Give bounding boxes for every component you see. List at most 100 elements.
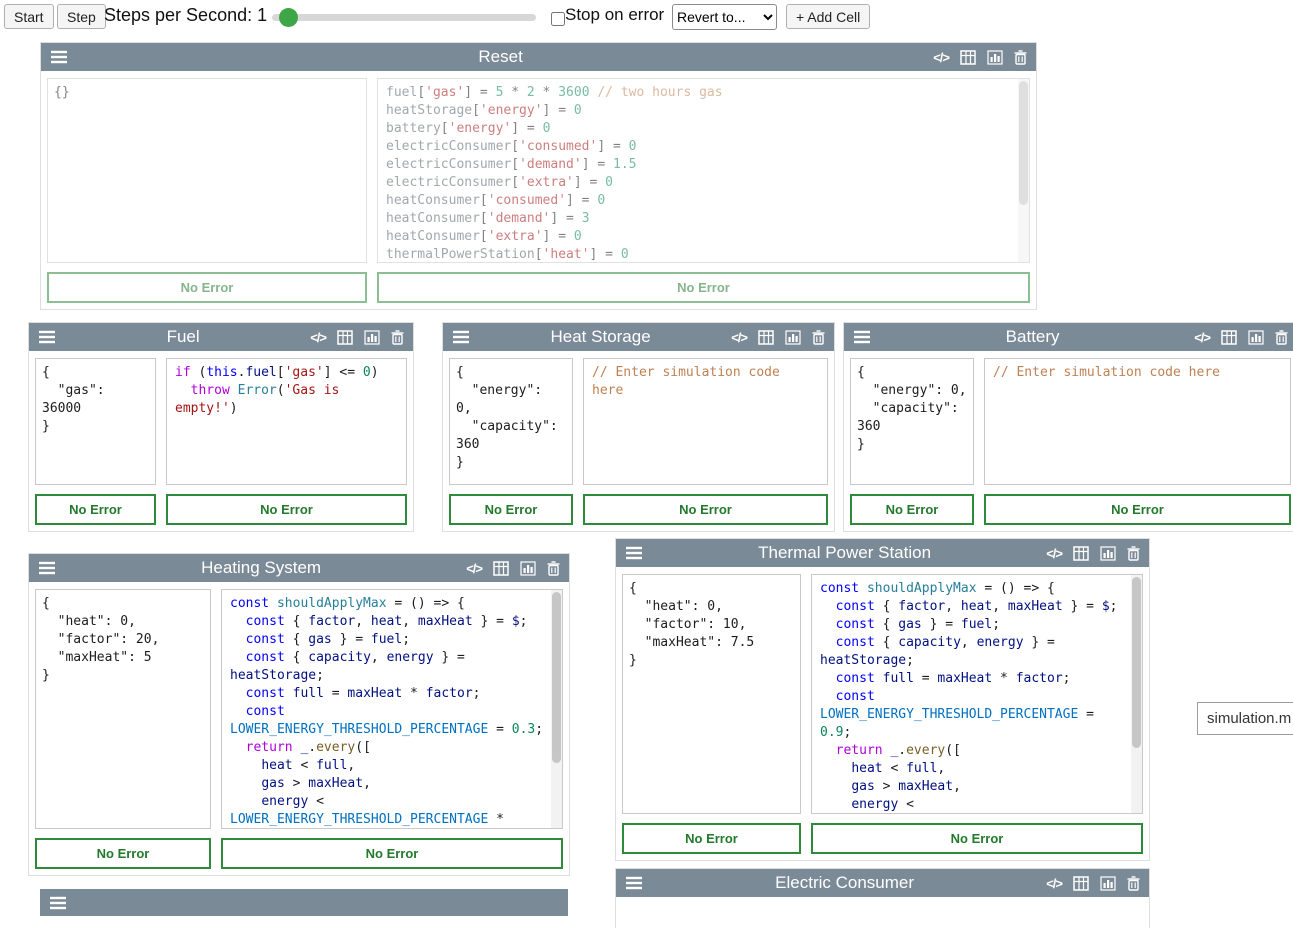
state-status: No Error — [35, 838, 211, 869]
cell-header: Reset </> — [41, 43, 1036, 71]
menu-icon[interactable] — [50, 50, 68, 64]
menu-icon[interactable] — [853, 330, 871, 344]
cell-title: Reset — [76, 47, 925, 67]
cell-title: Heat Storage — [478, 327, 723, 347]
menu-icon[interactable] — [625, 546, 643, 560]
code-editor[interactable]: const shouldApplyMax = () => { const { f… — [811, 574, 1143, 814]
revert-select[interactable]: Revert to... — [672, 4, 777, 30]
table-view-icon[interactable] — [758, 330, 774, 345]
code-view-icon[interactable]: </> — [731, 331, 747, 344]
slider-track[interactable] — [272, 14, 536, 21]
code-status: No Error — [377, 272, 1030, 303]
cell-thermal-power-station: Thermal Power Station </> { "heat": 0, "… — [615, 538, 1150, 861]
steps-label-text: Steps per Second: — [104, 5, 252, 25]
stop-on-error-checkbox[interactable] — [551, 12, 565, 26]
cell-header: Thermal Power Station </> — [616, 539, 1149, 567]
trash-icon[interactable] — [1127, 546, 1140, 561]
menu-icon[interactable] — [38, 330, 56, 344]
code-status: No Error — [811, 823, 1143, 854]
state-editor[interactable]: { "gas": 36000 } — [35, 358, 156, 485]
menu-icon[interactable] — [452, 330, 470, 344]
state-editor[interactable]: { "heat": 0, "factor": 20, "maxHeat": 5 … — [35, 589, 211, 829]
state-status: No Error — [47, 272, 367, 303]
state-editor[interactable]: { "energy": 0, "capacity": 360 } — [449, 358, 573, 485]
slider-thumb[interactable] — [279, 8, 298, 27]
code-status: No Error — [583, 494, 828, 525]
simulation-file-label: simulation.m — [1207, 710, 1291, 727]
code-status: No Error — [221, 838, 563, 869]
steps-slider[interactable] — [272, 4, 536, 30]
state-status: No Error — [449, 494, 573, 525]
add-cell-button[interactable]: + Add Cell — [786, 4, 870, 29]
trash-icon[interactable] — [547, 561, 560, 576]
state-editor[interactable]: { "energy": 0, "capacity": 360 } — [850, 358, 974, 485]
state-editor[interactable]: { "heat": 0, "factor": 10, "maxHeat": 7.… — [622, 574, 801, 814]
code-view-icon[interactable]: </> — [310, 331, 326, 344]
chart-view-icon[interactable] — [1248, 330, 1264, 345]
cell-fuel: Fuel </> { "gas": 36000 } if (this.fuel[… — [28, 322, 414, 532]
trash-icon[interactable] — [1014, 50, 1027, 65]
trash-icon[interactable] — [391, 330, 404, 345]
code-status: No Error — [166, 494, 407, 525]
cell-heat-storage: Heat Storage </> { "energy": 0, "capacit… — [442, 322, 835, 532]
cell-title: Thermal Power Station — [651, 543, 1038, 563]
cell-reset: Reset </> {} fuel['gas'] = 5 * 2 * 3600 … — [40, 42, 1037, 310]
chart-view-icon[interactable] — [987, 50, 1003, 65]
state-status: No Error — [35, 494, 156, 525]
table-view-icon[interactable] — [1073, 876, 1089, 891]
scrollbar[interactable] — [1131, 575, 1142, 813]
cell-header: Fuel </> — [29, 323, 413, 351]
cell-title: Electric Consumer — [651, 873, 1038, 893]
code-editor[interactable]: // Enter simulation code here — [984, 358, 1291, 485]
cell-header: Heating System </> — [29, 554, 569, 582]
state-editor[interactable]: {} — [47, 78, 367, 263]
menu-icon[interactable] — [38, 561, 56, 575]
code-view-icon[interactable]: </> — [1046, 877, 1062, 890]
code-editor[interactable]: // Enter simulation codehere — [583, 358, 828, 485]
stop-on-error-label[interactable]: Stop on error — [565, 5, 664, 25]
step-button[interactable]: Step — [57, 4, 106, 29]
table-view-icon[interactable] — [493, 561, 509, 576]
trash-icon[interactable] — [812, 330, 825, 345]
steps-per-second-value: 1 — [257, 5, 267, 25]
cell-title: Fuel — [64, 327, 302, 347]
table-view-icon[interactable] — [1221, 330, 1237, 345]
code-status: No Error — [984, 494, 1291, 525]
cell-header: Electric Consumer </> — [616, 869, 1149, 897]
code-editor[interactable]: const shouldApplyMax = () => { const { f… — [221, 589, 563, 829]
simulation-file-tooltip: simulation.m — [1197, 702, 1293, 735]
code-view-icon[interactable]: </> — [1194, 331, 1210, 344]
code-editor[interactable]: fuel['gas'] = 5 * 2 * 3600 // two hours … — [377, 78, 1030, 263]
table-view-icon[interactable] — [1073, 546, 1089, 561]
chart-view-icon[interactable] — [364, 330, 380, 345]
table-view-icon[interactable] — [337, 330, 353, 345]
cell-heating-system: Heating System </> { "heat": 0, "factor"… — [28, 553, 570, 876]
menu-icon[interactable] — [625, 876, 643, 890]
cell-title: Battery — [879, 327, 1186, 347]
cell-header: Heat Storage </> — [443, 323, 834, 351]
scrollbar[interactable] — [551, 590, 562, 828]
code-view-icon[interactable]: </> — [1046, 547, 1062, 560]
trash-icon[interactable] — [1127, 876, 1140, 891]
steps-per-second-label: Steps per Second: 1 — [104, 5, 267, 26]
code-editor[interactable]: if (this.fuel['gas'] <= 0) throw Error('… — [166, 358, 407, 485]
chart-view-icon[interactable] — [520, 561, 536, 576]
chart-view-icon[interactable] — [1100, 546, 1116, 561]
code-view-icon[interactable]: </> — [466, 562, 482, 575]
trash-icon[interactable] — [1275, 330, 1288, 345]
toolbar: Start Step Steps per Second: 1 Stop on e… — [0, 0, 1293, 34]
cell-title: Heating System — [64, 558, 458, 578]
chart-view-icon[interactable] — [1100, 876, 1116, 891]
code-view-icon[interactable]: </> — [933, 51, 949, 64]
chart-view-icon[interactable] — [785, 330, 801, 345]
start-button[interactable]: Start — [4, 4, 54, 29]
cell-partial-header — [40, 889, 568, 916]
state-status: No Error — [622, 823, 801, 854]
cell-header: Battery </> — [844, 323, 1293, 351]
table-view-icon[interactable] — [960, 50, 976, 65]
menu-icon[interactable] — [49, 896, 67, 910]
cell-electric-consumer: Electric Consumer </> — [615, 868, 1150, 928]
cell-battery: Battery </> { "energy": 0, "capacity": 3… — [843, 322, 1293, 532]
state-status: No Error — [850, 494, 974, 525]
scrollbar[interactable] — [1018, 79, 1029, 262]
